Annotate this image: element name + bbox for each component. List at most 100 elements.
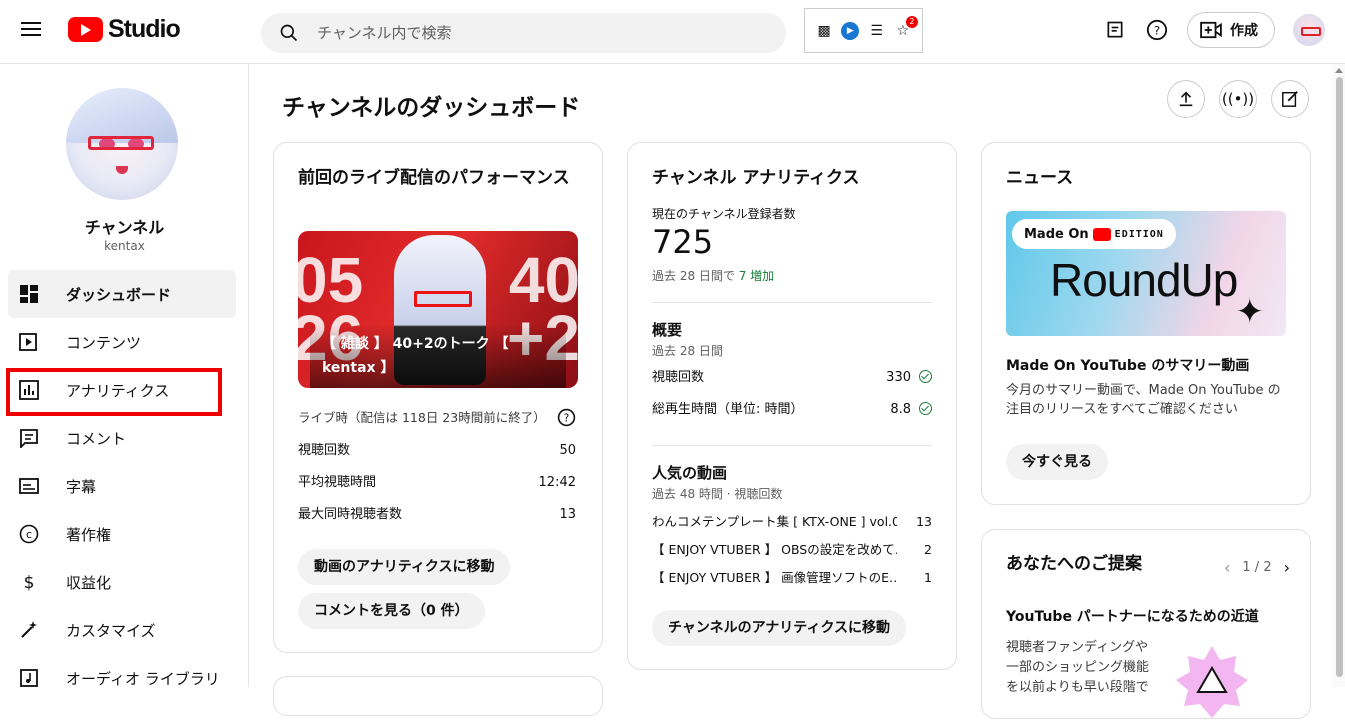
sidebar-item-copyright[interactable]: c 著作権 <box>8 510 236 558</box>
suggestion-headline: YouTube パートナーになるための近道 <box>1006 609 1259 625</box>
sidebar-item-label: 収益化 <box>66 573 112 592</box>
title-actions: ((•)) <box>1167 80 1309 118</box>
create-post-button[interactable] <box>1271 80 1309 118</box>
search-input[interactable] <box>317 24 757 42</box>
summary-value: 330 <box>886 370 911 385</box>
sidebar-item-content[interactable]: コンテンツ <box>8 318 236 366</box>
stat-value: 12:42 <box>538 475 576 490</box>
live-thumbnail[interactable]: 05 26 40 +2 【 雑談 】 40+2のトーク 【 kentax 】 <box>298 231 578 388</box>
sidebar: チャンネル kentax ダッシュボード コンテンツ アナリティクス コメント … <box>0 64 249 688</box>
edit-icon <box>1282 91 1298 107</box>
trophy-extension-icon[interactable]: ☆ 2 <box>894 15 918 40</box>
page-title: チャンネルのダッシュボード <box>282 95 581 121</box>
sidebar-item-label: 著作権 <box>66 525 112 544</box>
sidebar-item-subtitles[interactable]: 字幕 <box>8 462 236 510</box>
top-bar: Studio ▩ ▶ ☰ ☆2 ? 作成 <box>0 0 1345 64</box>
suggestions-card: あなたへのご提案 ‹ 1 / 2 › YouTube パートナーになるための近道… <box>981 529 1311 719</box>
sidebar-item-analytics[interactable]: アナリティクス <box>8 366 236 414</box>
popular-video-row[interactable]: 【 ENJOY VTUBER 】 OBSの設定を改めて… 2 <box>652 542 932 558</box>
stat-row: 平均視聴時間 12:42 <box>298 475 576 491</box>
sidebar-item-dashboard[interactable]: ダッシュボード <box>8 270 236 318</box>
youtube-logo-icon <box>68 17 103 42</box>
news-headline: Made On YouTube のサマリー動画 <box>1006 358 1250 374</box>
comment-icon <box>18 427 40 449</box>
go-live-button[interactable]: ((•)) <box>1219 80 1257 118</box>
account-avatar[interactable] <box>1293 14 1325 46</box>
popular-video-row[interactable]: わんコメテンプレート集 [ KTX-ONE ] vol.01 13 <box>652 514 932 530</box>
search-icon <box>280 24 298 42</box>
analytics-icon <box>18 379 40 401</box>
subscribers-count: 725 <box>652 223 714 261</box>
watch-now-button[interactable]: 今すぐ見る <box>1006 444 1108 480</box>
header-actions: ? 作成 <box>1103 12 1325 48</box>
subscribers-change: 7 増加 <box>738 269 775 283</box>
svg-text:c: c <box>26 528 32 541</box>
sidebar-item-monetization[interactable]: $ 収益化 <box>8 558 236 606</box>
copyright-icon: c <box>18 523 40 545</box>
summary-label: 総再生時間（単位: 時間） <box>652 402 804 417</box>
live-status: ライブ時（配信は 118日 23時間前に終了） <box>298 409 546 425</box>
popular-video-row[interactable]: 【 ENJOY VTUBER 】 画像管理ソフトのE… 1 <box>652 570 932 586</box>
chevron-left-icon[interactable]: ‹ <box>1224 558 1230 577</box>
sidebar-item-label: アナリティクス <box>66 381 170 400</box>
extension-toolbar: ▩ ▶ ☰ ☆ 2 <box>804 8 923 53</box>
help-icon[interactable]: ? <box>557 408 576 427</box>
studio-logo[interactable]: Studio <box>68 15 181 44</box>
card-title: あなたへのご提案 <box>1006 554 1142 574</box>
chart-extension-icon[interactable]: ▩ <box>815 22 833 40</box>
live-performance-card: 前回のライブ配信のパフォーマンス 05 26 40 +2 【 雑談 】 40+2… <box>273 142 603 653</box>
scrollbar[interactable] <box>1333 64 1345 687</box>
news-image[interactable]: Made On EDITION RoundUp ✦ <box>1006 211 1286 336</box>
card-title: ニュース <box>1006 168 1074 188</box>
create-label: 作成 <box>1230 23 1258 39</box>
popular-video-views: 2 <box>924 542 932 557</box>
news-description: 今月のサマリー動画で、Made On YouTube の注目のリリースをすべてご… <box>1006 383 1281 417</box>
dollar-icon: $ <box>18 571 40 593</box>
sidebar-item-audio-library[interactable]: オーディオ ライブラリ <box>8 654 236 702</box>
popular-video-views: 13 <box>916 514 932 529</box>
news-card: ニュース Made On EDITION RoundUp ✦ Made On Y… <box>981 142 1311 505</box>
menu-icon[interactable] <box>18 18 44 44</box>
made-on-text: Made On <box>1024 226 1089 242</box>
pager-text: 1 / 2 <box>1242 560 1272 575</box>
channel-handle: kentax <box>104 239 145 253</box>
popular-title: 人気の動画 <box>652 464 728 482</box>
list-extension-icon[interactable]: ☰ <box>868 22 886 40</box>
sidebar-item-label: ダッシュボード <box>66 285 172 304</box>
card-title: 前回のライブ配信のパフォーマンス <box>298 168 570 188</box>
add-video-icon <box>1200 21 1222 39</box>
suggestion-badge-icon <box>1172 642 1252 722</box>
sidebar-item-comments[interactable]: コメント <box>8 414 236 462</box>
create-button[interactable]: 作成 <box>1187 12 1275 48</box>
help-icon[interactable]: ? <box>1145 18 1169 42</box>
magic-wand-icon <box>18 619 40 641</box>
popular-period: 過去 48 時間 · 視聴回数 <box>652 487 783 501</box>
summary-title: 概要 <box>652 321 683 339</box>
upload-button[interactable] <box>1167 80 1205 118</box>
blue-extension-icon[interactable]: ▶ <box>841 21 860 40</box>
next-card-stub <box>273 676 603 716</box>
stat-row: 最大同時視聴者数 13 <box>298 507 576 523</box>
studio-logo-text: Studio <box>108 15 181 43</box>
chevron-right-icon[interactable]: › <box>1284 558 1290 577</box>
video-analytics-button[interactable]: 動画のアナリティクスに移動 <box>298 549 511 585</box>
stat-label: 平均視聴時間 <box>298 475 377 490</box>
stat-row: 視聴回数 50 <box>298 443 576 459</box>
summary-row: 総再生時間（単位: 時間） 8.8 <box>652 402 932 418</box>
channel-analytics-button[interactable]: チャンネルのアナリティクスに移動 <box>652 610 907 646</box>
subscribers-change-row: 過去 28 日間で 7 増加 <box>652 267 774 284</box>
made-on-tag: Made On EDITION <box>1012 219 1176 249</box>
channel-avatar[interactable] <box>66 88 178 200</box>
feedback-icon[interactable] <box>1103 18 1127 42</box>
upload-icon <box>1179 91 1193 107</box>
summary-label: 視聴回数 <box>652 370 705 385</box>
popular-video-title: 【 ENJOY VTUBER 】 画像管理ソフトのE… <box>652 570 897 585</box>
view-comments-button[interactable]: コメントを見る（0 件） <box>298 593 485 629</box>
edition-text: EDITION <box>1114 228 1164 240</box>
sidebar-item-customize[interactable]: カスタマイズ <box>8 606 236 654</box>
stat-value: 13 <box>559 507 576 522</box>
subscribers-change-prefix: 過去 28 日間で <box>652 269 735 283</box>
sidebar-item-label: コメント <box>66 429 127 448</box>
svg-text:$: $ <box>24 573 35 592</box>
search-bar[interactable] <box>261 13 786 53</box>
